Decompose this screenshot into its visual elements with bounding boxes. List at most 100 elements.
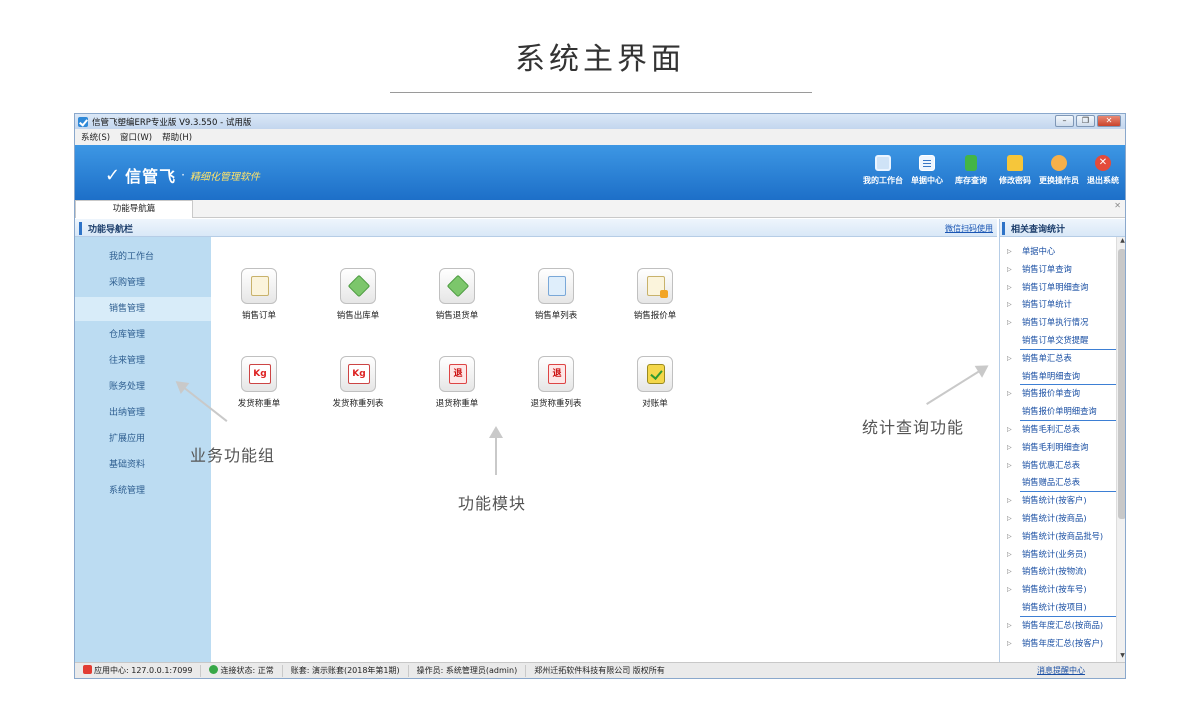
page-title: 系统主界面 bbox=[515, 42, 685, 77]
stat-link[interactable]: 销售统计(业务员) bbox=[1000, 546, 1116, 564]
stat-link[interactable]: 销售统计(按车号) bbox=[1000, 581, 1116, 599]
window-titlebar: 信管飞塑编ERP专业版 V9.3.550 - 试用版 – ❐ ✕ bbox=[75, 114, 1125, 129]
module-delivery-weigh[interactable]: Kg 发货称重单 bbox=[219, 356, 299, 409]
sidebar-item-warehouse[interactable]: 仓库管理 bbox=[75, 323, 211, 347]
status-app-center: 应用中心: 127.0.0.1:7099 bbox=[75, 664, 202, 677]
restore-icon[interactable]: ❐ bbox=[1076, 115, 1095, 127]
stats-header-title: 相关查询统计 bbox=[1002, 222, 1065, 235]
connection-ok-icon bbox=[209, 664, 219, 674]
top-toolbar: 我的工作台 单据中心 库存查询 修改密码 更换操作员 ✕ 退出系统 bbox=[861, 155, 1125, 186]
module-sales-order[interactable]: 销售订单 bbox=[219, 268, 299, 321]
sidebar-item-sales[interactable]: 销售管理 bbox=[75, 297, 211, 321]
status-bar: 应用中心: 127.0.0.1:7099 连接状态: 正常 账套: 演示账套(2… bbox=[75, 662, 1125, 678]
exit-system-button[interactable]: ✕ 退出系统 bbox=[1081, 155, 1125, 186]
stat-link[interactable]: 销售年度汇总(按商品) bbox=[1000, 617, 1116, 635]
sidebar-item-workbench[interactable]: 我的工作台 bbox=[75, 245, 211, 269]
stat-link[interactable]: 销售报价单明细查询 bbox=[1020, 403, 1116, 421]
change-password-button[interactable]: 修改密码 bbox=[993, 155, 1037, 186]
menu-help[interactable]: 帮助(H) bbox=[162, 131, 192, 143]
weigh-list-icon: Kg bbox=[340, 356, 376, 392]
status-operator: 操作员: 系统管理员(admin) bbox=[409, 664, 527, 677]
switch-operator-button[interactable]: 更换操作员 bbox=[1037, 155, 1081, 186]
stats-header: 相关查询统计 bbox=[1000, 219, 1125, 237]
sidebar-item-cashier[interactable]: 出纳管理 bbox=[75, 401, 211, 425]
return-icon bbox=[439, 268, 475, 304]
monitor-icon bbox=[875, 155, 891, 171]
module-return-weigh[interactable]: 退 退货称重单 bbox=[417, 356, 497, 409]
close-icon[interactable]: ✕ bbox=[1097, 115, 1121, 127]
annotation-stats: 统计查询功能 bbox=[862, 418, 965, 437]
erp-window: 信管飞塑编ERP专业版 V9.3.550 - 试用版 – ❐ ✕ 系统(S) 窗… bbox=[74, 113, 1126, 679]
minimize-icon[interactable]: – bbox=[1055, 115, 1074, 127]
module-statement[interactable]: 对账单 bbox=[615, 356, 695, 409]
return-weigh-list-icon: 退 bbox=[538, 356, 574, 392]
stat-link[interactable]: 销售订单交货提醒 bbox=[1020, 332, 1116, 350]
module-return-weigh-list[interactable]: 退 退货称重列表 bbox=[516, 356, 596, 409]
stat-link[interactable]: 销售年度汇总(按客户) bbox=[1000, 635, 1116, 653]
annotation-arrow-modules bbox=[495, 429, 497, 475]
nav-header: 功能导航栏 微信扫码使用 bbox=[75, 219, 997, 237]
stat-link[interactable]: 销售单汇总表 bbox=[1000, 350, 1116, 368]
stat-link[interactable]: 销售优惠汇总表 bbox=[1000, 457, 1116, 475]
module-sales-list[interactable]: 销售单列表 bbox=[516, 268, 596, 321]
logo-mark-icon: ✓ bbox=[105, 164, 121, 186]
annotation-business-group: 业务功能组 bbox=[190, 446, 276, 465]
sidebar-item-finance[interactable]: 账务处理 bbox=[75, 375, 211, 399]
stat-link[interactable]: 销售统计(按商品) bbox=[1000, 510, 1116, 528]
message-center-link[interactable]: 消息提醒中心 bbox=[1037, 665, 1085, 676]
brand-logo: ✓ 信管飞 · 精细化管理软件 bbox=[105, 164, 260, 187]
list-icon bbox=[538, 268, 574, 304]
outbound-icon bbox=[340, 268, 376, 304]
stat-link[interactable]: 销售赠品汇总表 bbox=[1020, 474, 1116, 493]
stat-link[interactable]: 销售订单执行情况 bbox=[1000, 314, 1116, 332]
stats-panel: 相关查询统计 单据中心 销售订单查询 销售订单明细查询 销售订单统计 销售订单执… bbox=[999, 219, 1125, 662]
nav-header-title: 功能导航栏 bbox=[79, 222, 133, 235]
scroll-down-icon[interactable]: ▼ bbox=[1117, 652, 1125, 662]
return-weigh-icon: 退 bbox=[439, 356, 475, 392]
stat-link[interactable]: 销售统计(按项目) bbox=[1020, 599, 1116, 617]
header-banner: ✓ 信管飞 · 精细化管理软件 我的工作台 单据中心 库存查询 修改密码 更换操… bbox=[75, 145, 1125, 200]
user-icon bbox=[1051, 155, 1067, 171]
stat-link[interactable]: 销售统计(按客户) bbox=[1000, 492, 1116, 510]
module-sales-outbound[interactable]: 销售出库单 bbox=[318, 268, 398, 321]
app-logo-icon bbox=[78, 116, 88, 127]
menu-window[interactable]: 窗口(W) bbox=[120, 131, 152, 143]
menu-system[interactable]: 系统(S) bbox=[81, 131, 110, 143]
weigh-icon: Kg bbox=[241, 356, 277, 392]
stat-link[interactable]: 单据中心 bbox=[1000, 243, 1116, 261]
status-connection: 连接状态: 正常 bbox=[201, 664, 283, 677]
stat-link[interactable]: 销售订单统计 bbox=[1000, 296, 1116, 314]
module-sales-return[interactable]: 销售退货单 bbox=[417, 268, 497, 321]
stat-link[interactable]: 销售统计(按商品批号) bbox=[1000, 528, 1116, 546]
stat-link[interactable]: 销售统计(按物流) bbox=[1000, 563, 1116, 581]
stats-list: 单据中心 销售订单查询 销售订单明细查询 销售订单统计 销售订单执行情况 销售订… bbox=[1000, 243, 1116, 652]
logo-name: 信管飞 bbox=[125, 167, 177, 186]
menubar: 系统(S) 窗口(W) 帮助(H) bbox=[75, 129, 1125, 145]
tab-navigation[interactable]: 功能导航篇 bbox=[75, 200, 193, 218]
sidebar-item-system[interactable]: 系统管理 bbox=[75, 479, 211, 503]
logo-slogan: 精细化管理软件 bbox=[189, 171, 260, 183]
stat-link[interactable]: 销售毛利明细查询 bbox=[1000, 439, 1116, 457]
module-sales-quote[interactable]: 销售报价单 bbox=[615, 268, 695, 321]
tab-close-icon[interactable]: ✕ bbox=[1114, 201, 1121, 210]
sidebar-item-purchase[interactable]: 采购管理 bbox=[75, 271, 211, 295]
stats-scrollbar[interactable]: ▲ ▼ bbox=[1116, 237, 1125, 662]
sidebar-item-accounts[interactable]: 往来管理 bbox=[75, 349, 211, 373]
module-delivery-weigh-list[interactable]: Kg 发货称重列表 bbox=[318, 356, 398, 409]
document-center-button[interactable]: 单据中心 bbox=[905, 155, 949, 186]
exit-icon: ✕ bbox=[1095, 155, 1111, 171]
quote-icon bbox=[637, 268, 673, 304]
annotation-modules: 功能模块 bbox=[458, 494, 527, 513]
stat-link[interactable]: 销售单明细查询 bbox=[1020, 368, 1116, 386]
stat-link[interactable]: 销售订单明细查询 bbox=[1000, 279, 1116, 297]
scroll-up-icon[interactable]: ▲ bbox=[1117, 237, 1125, 247]
workbench-button[interactable]: 我的工作台 bbox=[861, 155, 905, 186]
scroll-thumb[interactable] bbox=[1118, 249, 1125, 519]
stat-link[interactable]: 销售报价单查询 bbox=[1000, 385, 1116, 403]
lock-icon bbox=[1007, 155, 1023, 171]
wechat-scan-link[interactable]: 微信扫码使用 bbox=[945, 223, 993, 234]
stat-link[interactable]: 销售订单查询 bbox=[1000, 261, 1116, 279]
sales-order-icon bbox=[241, 268, 277, 304]
inventory-query-button[interactable]: 库存查询 bbox=[949, 155, 993, 186]
stat-link[interactable]: 销售毛利汇总表 bbox=[1000, 421, 1116, 439]
